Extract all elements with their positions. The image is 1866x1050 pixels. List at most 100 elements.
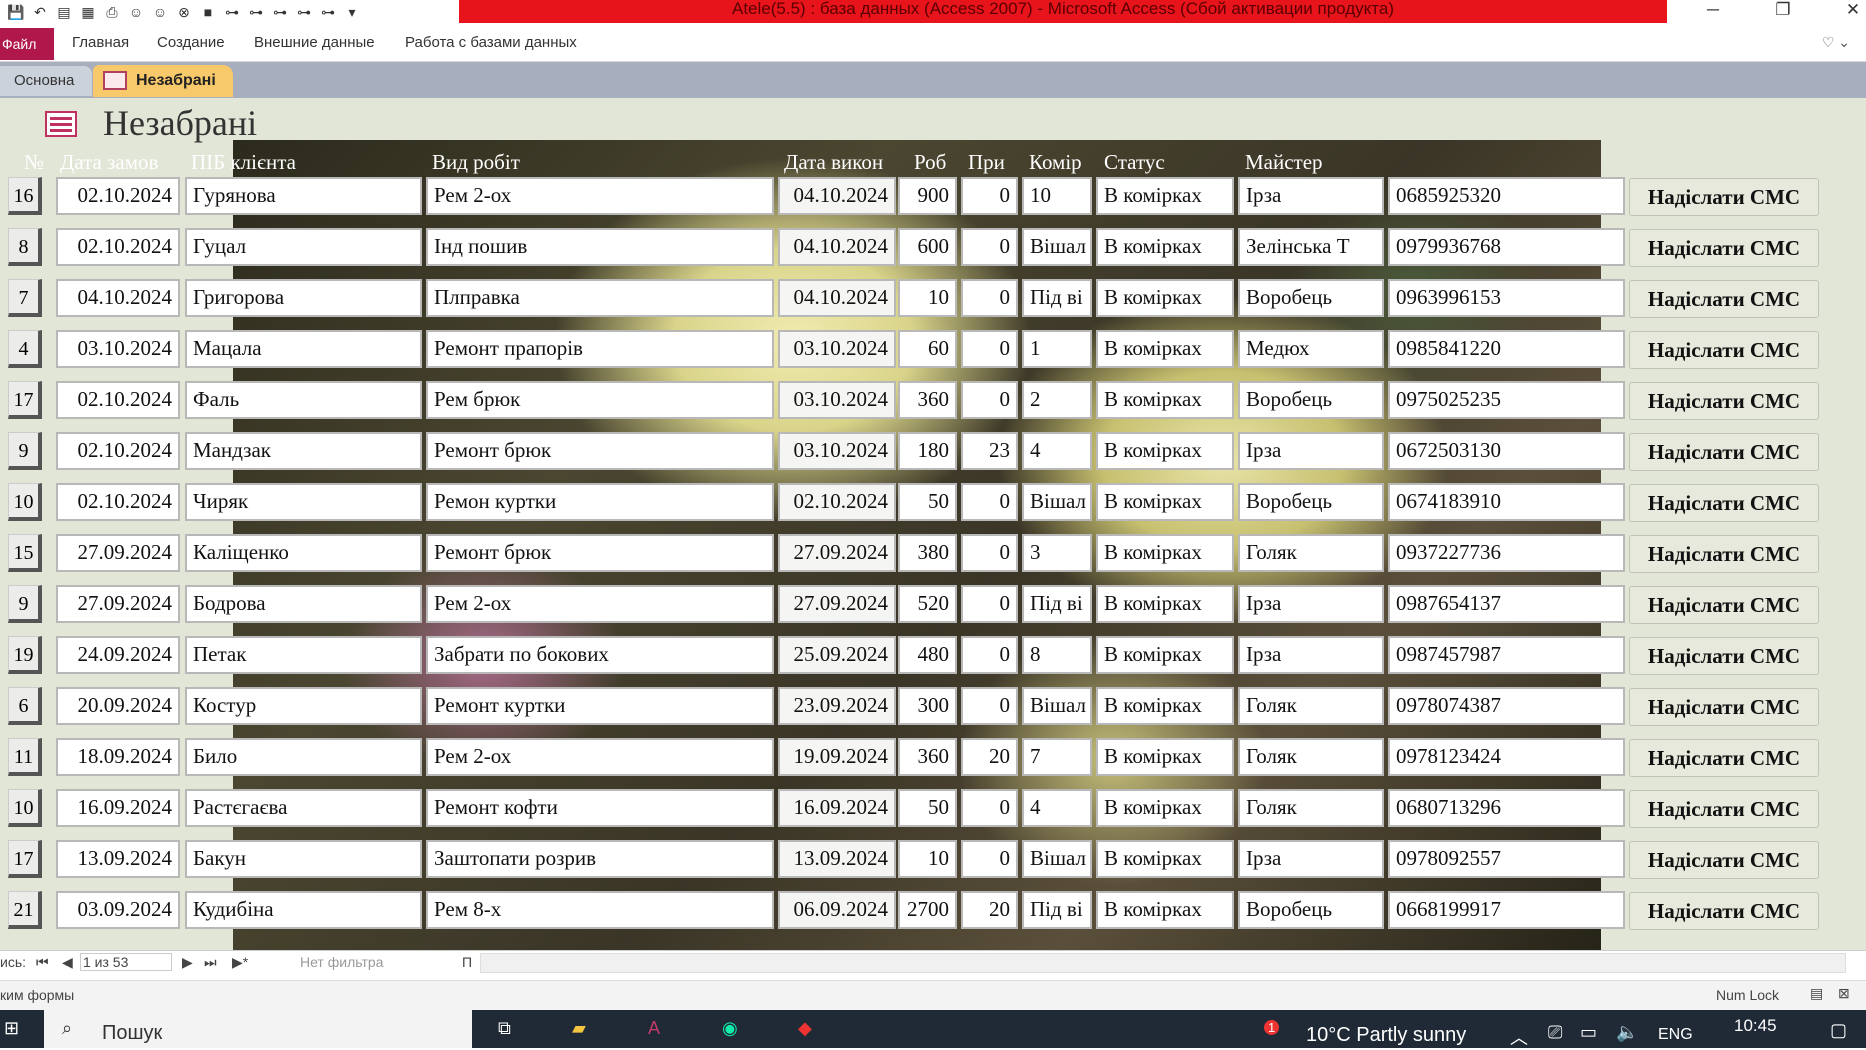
done-date-field[interactable]: 03.10.2024 xyxy=(778,330,896,368)
rob-field[interactable]: 600 xyxy=(898,228,957,266)
status-field[interactable]: В комірках xyxy=(1096,840,1234,878)
client-name-field[interactable]: Костур xyxy=(185,687,422,725)
work-type-field[interactable]: Заштопати розрив xyxy=(426,840,774,878)
notification-center-icon[interactable]: ▢ xyxy=(1830,1020,1847,1041)
smiley-icon[interactable]: ☺ xyxy=(126,3,146,21)
pri-field[interactable]: 0 xyxy=(961,228,1018,266)
close-red-icon[interactable]: ⊗ xyxy=(174,3,194,21)
client-name-field[interactable]: Растєгаєва xyxy=(185,789,422,827)
filter-indicator[interactable]: Нет фильтра xyxy=(300,954,383,970)
rob-field[interactable]: 380 xyxy=(898,534,957,572)
order-date-field[interactable]: 27.09.2024 xyxy=(56,534,180,572)
komirka-field[interactable]: Вішал xyxy=(1022,840,1092,878)
task-view-icon[interactable]: ⧉ xyxy=(498,1018,511,1039)
rob-field[interactable]: 900 xyxy=(898,177,957,215)
work-type-field[interactable]: Ремонт брюк xyxy=(426,432,774,470)
komirka-field[interactable]: Під ві xyxy=(1022,279,1092,317)
master-field[interactable]: Ірза xyxy=(1238,177,1384,215)
komirka-field[interactable]: 10 xyxy=(1022,177,1092,215)
client-name-field[interactable]: Бодрова xyxy=(185,585,422,623)
record-number[interactable]: 21 xyxy=(8,891,42,929)
ribbon-tab-home[interactable]: Главная xyxy=(72,34,129,51)
done-date-field[interactable]: 03.10.2024 xyxy=(778,432,896,470)
weather-text[interactable]: 10°C Partly sunny xyxy=(1306,1024,1466,1047)
rob-field[interactable]: 10 xyxy=(898,840,957,878)
record-number[interactable]: 16 xyxy=(8,177,42,215)
master-field[interactable]: Голяк xyxy=(1238,738,1384,776)
language-indicator[interactable]: ENG xyxy=(1658,1026,1693,1044)
done-date-field[interactable]: 27.09.2024 xyxy=(778,585,896,623)
pri-field[interactable]: 0 xyxy=(961,585,1018,623)
master-field[interactable]: Воробець xyxy=(1238,483,1384,521)
rob-field[interactable]: 50 xyxy=(898,483,957,521)
design-view-icon[interactable]: ⊠ xyxy=(1838,985,1850,1002)
pri-field[interactable]: 20 xyxy=(961,891,1018,929)
status-field[interactable]: В комірках xyxy=(1096,585,1234,623)
form-view-icon[interactable]: ▤ xyxy=(1810,985,1823,1002)
record-number[interactable]: 9 xyxy=(8,432,42,470)
tray-chevron-icon[interactable]: ︿ xyxy=(1510,1024,1528,1050)
master-field[interactable]: Ірза xyxy=(1238,840,1384,878)
ribbon-tab-create[interactable]: Создание xyxy=(157,34,225,51)
prev-record-icon[interactable]: ◀ xyxy=(62,954,73,971)
master-field[interactable]: Голяк xyxy=(1238,534,1384,572)
client-name-field[interactable]: Григорова xyxy=(185,279,422,317)
save-icon[interactable]: 💾 xyxy=(6,3,26,21)
work-type-field[interactable]: Ремон куртки xyxy=(426,483,774,521)
work-type-field[interactable]: Ремонт куртки xyxy=(426,687,774,725)
master-field[interactable]: Ірза xyxy=(1238,585,1384,623)
relationship-icon[interactable]: ⊶ xyxy=(222,3,242,21)
order-date-field[interactable]: 02.10.2024 xyxy=(56,177,180,215)
record-number[interactable]: 8 xyxy=(8,228,42,266)
order-date-field[interactable]: 02.10.2024 xyxy=(56,228,180,266)
minimize-icon[interactable]: ─ xyxy=(1690,0,1736,22)
app-icon-red[interactable]: ◆ xyxy=(798,1018,812,1039)
order-date-field[interactable]: 16.09.2024 xyxy=(56,789,180,827)
start-icon[interactable]: ⊞ xyxy=(4,1018,19,1039)
send-sms-button[interactable]: Надіслати СМС xyxy=(1629,892,1819,930)
first-record-icon[interactable]: ⏮ xyxy=(36,954,49,971)
undo-icon[interactable]: ↶ xyxy=(30,3,50,21)
phone-field[interactable]: 0975025235 xyxy=(1388,381,1625,419)
komirka-field[interactable]: 4 xyxy=(1022,789,1092,827)
pri-field[interactable]: 0 xyxy=(961,636,1018,674)
new-record-icon[interactable]: ▶* xyxy=(232,954,248,971)
client-name-field[interactable]: Бакун xyxy=(185,840,422,878)
search-box[interactable]: П xyxy=(462,954,472,970)
send-sms-button[interactable]: Надіслати СМС xyxy=(1629,535,1819,573)
work-type-field[interactable]: Рем 2-ох xyxy=(426,177,774,215)
order-date-field[interactable]: 18.09.2024 xyxy=(56,738,180,776)
master-field[interactable]: Голяк xyxy=(1238,687,1384,725)
record-number[interactable]: 4 xyxy=(8,330,42,368)
done-date-field[interactable]: 04.10.2024 xyxy=(778,228,896,266)
send-sms-button[interactable]: Надіслати СМС xyxy=(1629,382,1819,420)
relationship-icon[interactable]: ⊶ xyxy=(294,3,314,21)
work-type-field[interactable]: Рем 2-ох xyxy=(426,738,774,776)
komirka-field[interactable]: Вішал xyxy=(1022,687,1092,725)
phone-field[interactable]: 0680713296 xyxy=(1388,789,1625,827)
master-field[interactable]: Воробець xyxy=(1238,381,1384,419)
status-field[interactable]: В комірках xyxy=(1096,177,1234,215)
master-field[interactable]: Воробець xyxy=(1238,891,1384,929)
client-name-field[interactable]: Кудибіна xyxy=(185,891,422,929)
square-icon[interactable]: ■ xyxy=(198,3,218,21)
master-field[interactable]: Зелінська Т xyxy=(1238,228,1384,266)
send-sms-button[interactable]: Надіслати СМС xyxy=(1629,178,1819,216)
client-name-field[interactable]: Каліщенко xyxy=(185,534,422,572)
record-number[interactable]: 15 xyxy=(8,534,42,572)
customize-qat-icon[interactable]: ▾ xyxy=(342,3,362,21)
rob-field[interactable]: 480 xyxy=(898,636,957,674)
send-sms-button[interactable]: Надіслати СМС xyxy=(1629,739,1819,777)
phone-field[interactable]: 0987654137 xyxy=(1388,585,1625,623)
master-field[interactable]: Голяк xyxy=(1238,789,1384,827)
done-date-field[interactable]: 04.10.2024 xyxy=(778,279,896,317)
komirka-field[interactable]: 2 xyxy=(1022,381,1092,419)
status-field[interactable]: В комірках xyxy=(1096,687,1234,725)
rob-field[interactable]: 180 xyxy=(898,432,957,470)
send-sms-button[interactable]: Надіслати СМС xyxy=(1629,637,1819,675)
rob-field[interactable]: 360 xyxy=(898,738,957,776)
file-tab[interactable]: Файл xyxy=(0,28,54,60)
komirka-field[interactable]: 7 xyxy=(1022,738,1092,776)
work-type-field[interactable]: Забрати по бокових xyxy=(426,636,774,674)
record-number[interactable]: 6 xyxy=(8,687,42,725)
